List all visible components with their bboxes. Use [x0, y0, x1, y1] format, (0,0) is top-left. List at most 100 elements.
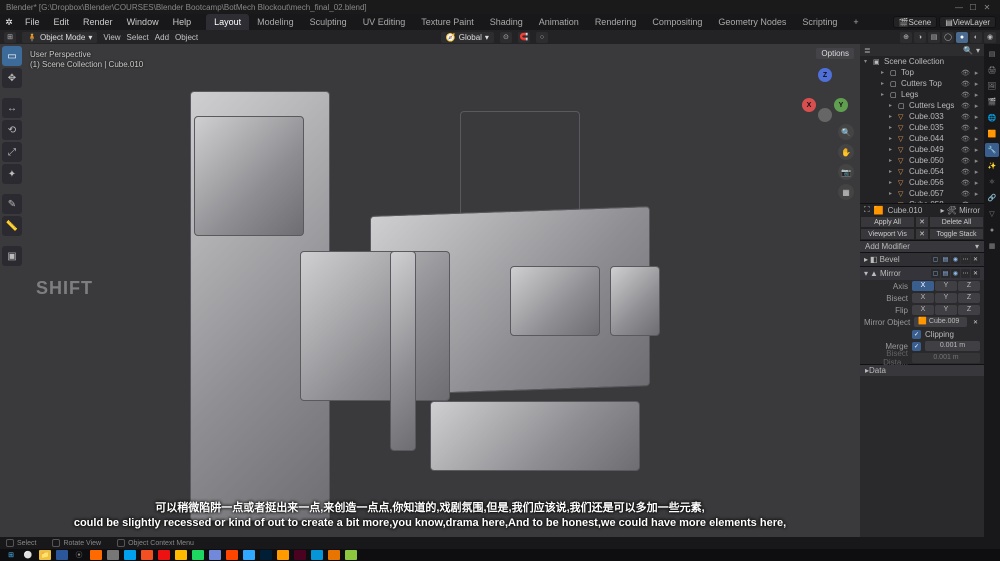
tool-transform-icon[interactable]: ✦: [2, 164, 22, 184]
tool-rotate-icon[interactable]: ⟲: [2, 120, 22, 140]
taskbar-app-icon[interactable]: [158, 550, 170, 560]
menu-file[interactable]: File: [18, 14, 47, 30]
orientation-dropdown[interactable]: 🧭 Global ▾: [441, 32, 494, 43]
taskbar-app-icon[interactable]: [141, 550, 153, 560]
toolbar-object[interactable]: Object: [175, 33, 198, 42]
taskbar-app-icon[interactable]: [226, 550, 238, 560]
ptab-output-icon[interactable]: 🖨: [985, 63, 999, 77]
taskbar-app-icon[interactable]: ⦿: [73, 550, 85, 560]
outliner-row[interactable]: ▸▽Cube.033👁▸: [860, 111, 984, 122]
toggle-stack-button[interactable]: Toggle Stack: [929, 228, 984, 240]
xray-icon[interactable]: ▤: [928, 32, 940, 43]
mirror-menu[interactable]: ⋯: [961, 269, 970, 278]
prop-object-name[interactable]: Cube.010: [888, 206, 923, 215]
tab-layout[interactable]: Layout: [206, 14, 249, 30]
ptab-data-icon[interactable]: ▽: [985, 207, 999, 221]
mirror-object-field[interactable]: 🟧 Cube.009: [914, 317, 967, 327]
select-icon[interactable]: ▸: [972, 135, 981, 143]
pan-icon[interactable]: ✋: [838, 144, 854, 160]
bevel-vis-realtime[interactable]: ◉: [951, 255, 960, 264]
taskbar-app-icon[interactable]: [107, 550, 119, 560]
taskbar-app-icon[interactable]: [328, 550, 340, 560]
vis-icon[interactable]: 👁: [961, 91, 970, 99]
blender-logo-icon[interactable]: ✲: [0, 14, 18, 30]
viewlayer-selector[interactable]: ▤ ViewLayer: [939, 16, 996, 28]
ptab-scene-icon[interactable]: 🎬: [985, 95, 999, 109]
outliner-row[interactable]: ▸▽Cube.057👁▸: [860, 188, 984, 199]
merge-checkbox[interactable]: ✓: [912, 342, 921, 351]
taskbar-app-icon[interactable]: [243, 550, 255, 560]
taskbar-explorer-icon[interactable]: 📁: [39, 550, 51, 560]
tab-add[interactable]: +: [845, 14, 866, 30]
snap-icon[interactable]: 🧲: [518, 32, 530, 43]
select-icon[interactable]: ▸: [972, 91, 981, 99]
taskbar-app-icon[interactable]: [311, 550, 323, 560]
bevel-delete[interactable]: ✕: [971, 255, 980, 264]
vis-icon[interactable]: 👁: [961, 157, 970, 165]
ptab-particles-icon[interactable]: ✨: [985, 159, 999, 173]
delete-all-button[interactable]: Delete All: [929, 216, 984, 228]
tool-scale-icon[interactable]: ⤢: [2, 142, 22, 162]
tab-texturepaint[interactable]: Texture Paint: [413, 14, 482, 30]
taskbar-app-icon[interactable]: [175, 550, 187, 560]
add-modifier-dropdown[interactable]: Add Modifier▾: [860, 240, 984, 252]
mirror-axis-xyz[interactable]: XYZ: [912, 281, 980, 291]
select-icon[interactable]: ▸: [972, 113, 981, 121]
taskbar-app-icon[interactable]: [345, 550, 357, 560]
taskbar-app-icon[interactable]: [90, 550, 102, 560]
gizmo-x-icon[interactable]: X: [802, 98, 816, 112]
outliner-row[interactable]: ▸▢Cutters Legs👁▸: [860, 100, 984, 111]
taskbar-app-icon[interactable]: [277, 550, 289, 560]
vis-icon[interactable]: 👁: [961, 168, 970, 176]
persp-icon[interactable]: ▦: [838, 184, 854, 200]
toolbar-view[interactable]: View: [103, 33, 120, 42]
viewport-vis-button[interactable]: Viewport Vis: [860, 228, 915, 240]
options-button[interactable]: Options: [816, 48, 854, 59]
tool-annotate-icon[interactable]: ✎: [2, 194, 22, 214]
tab-geometrynodes[interactable]: Geometry Nodes: [710, 14, 794, 30]
tool-addcube-icon[interactable]: ▣: [2, 246, 22, 266]
tool-cursor-icon[interactable]: ✥: [2, 68, 22, 88]
outliner-row[interactable]: ▸▢Cutters Top👁▸: [860, 78, 984, 89]
tab-scripting[interactable]: Scripting: [794, 14, 845, 30]
vis-icon[interactable]: 👁: [961, 113, 970, 121]
camera-icon[interactable]: 📷: [838, 164, 854, 180]
outliner-row[interactable]: ▸▽Cube.056👁▸: [860, 177, 984, 188]
bevel-menu[interactable]: ⋯: [961, 255, 970, 264]
taskbar-app-icon[interactable]: [192, 550, 204, 560]
shading-render-icon[interactable]: ◉: [984, 32, 996, 43]
vis-icon[interactable]: 👁: [961, 80, 970, 88]
select-icon[interactable]: ▸: [972, 102, 981, 110]
taskbar-app-icon[interactable]: [209, 550, 221, 560]
ptab-view-icon[interactable]: 🖼: [985, 79, 999, 93]
vis-icon[interactable]: 👁: [961, 179, 970, 187]
outliner-filter-icon[interactable]: ▾: [976, 46, 980, 55]
select-icon[interactable]: ▸: [972, 69, 981, 77]
menu-help[interactable]: Help: [166, 14, 199, 30]
taskbar-search-icon[interactable]: ⚪: [22, 550, 34, 560]
vis-icon[interactable]: 👁: [961, 190, 970, 198]
outliner-search-icon[interactable]: 🔍: [963, 46, 973, 55]
select-icon[interactable]: ▸: [972, 190, 981, 198]
pivot-icon[interactable]: ⊙: [500, 32, 512, 43]
tool-select-icon[interactable]: ▭: [2, 46, 22, 66]
clipping-checkbox[interactable]: ✓: [912, 330, 921, 339]
nav-gizmo[interactable]: Z X Y: [798, 68, 852, 122]
shading-solid-icon[interactable]: ●: [956, 32, 968, 43]
bevel-vis-on[interactable]: ▢: [931, 255, 940, 264]
prop-pin-icon[interactable]: ⛶: [864, 205, 870, 215]
outliner-row[interactable]: ▸▢Top👁▸: [860, 67, 984, 78]
vis-icon[interactable]: 👁: [961, 146, 970, 154]
close-icon[interactable]: ✕: [980, 3, 994, 12]
bevel-vis-edit[interactable]: ▤: [941, 255, 950, 264]
ptab-physics-icon[interactable]: ⚛: [985, 175, 999, 189]
vis-icon[interactable]: 👁: [961, 69, 970, 77]
select-icon[interactable]: ▸: [972, 157, 981, 165]
ptab-constraint-icon[interactable]: 🔗: [985, 191, 999, 205]
ptab-object-icon[interactable]: 🟧: [985, 127, 999, 141]
maximize-icon[interactable]: ☐: [966, 3, 980, 12]
tool-move-icon[interactable]: ↔: [2, 98, 22, 118]
mirror-vis-realtime[interactable]: ◉: [951, 269, 960, 278]
select-icon[interactable]: ▸: [972, 80, 981, 88]
menu-render[interactable]: Render: [76, 14, 120, 30]
